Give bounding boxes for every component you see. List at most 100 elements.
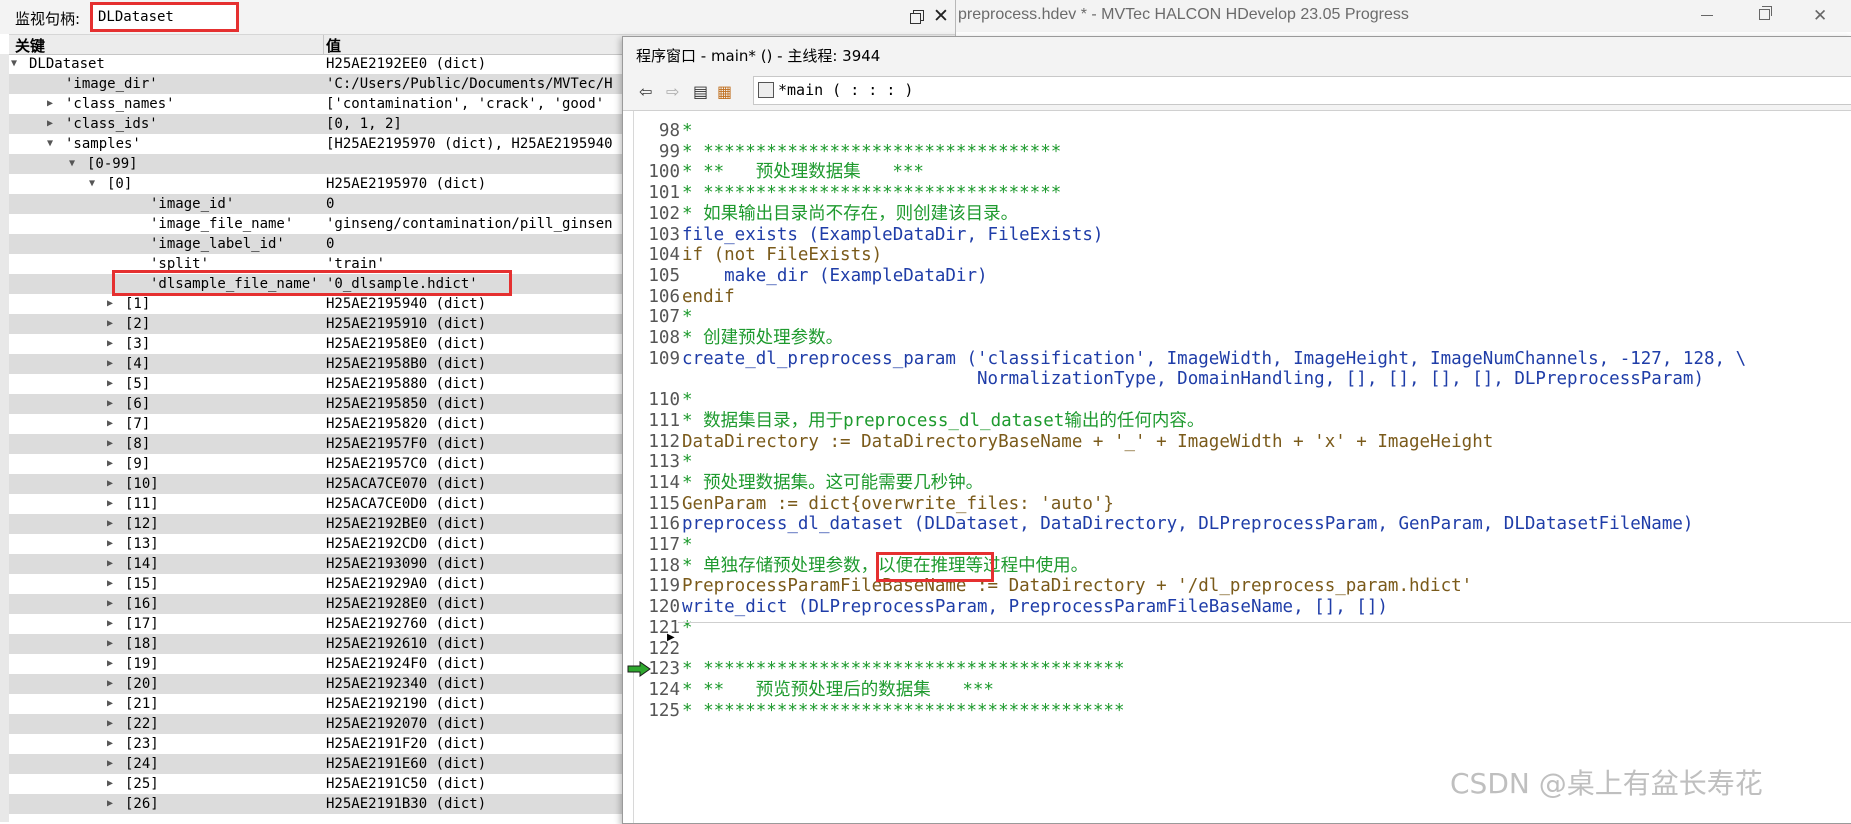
- row-value: H25AE21929A0 (dict): [326, 576, 487, 592]
- row-value: H25AE2195850 (dict): [326, 396, 487, 412]
- row-value: H25AE2192BE0 (dict): [326, 516, 487, 532]
- collapsed-arrow-icon[interactable]: ▶: [107, 514, 119, 534]
- collapsed-arrow-icon[interactable]: ▶: [107, 734, 119, 754]
- row-value: 0: [326, 236, 335, 252]
- procedure-selector[interactable]: *main ( : : : ): [753, 76, 1851, 105]
- row-key: 'samples': [65, 136, 141, 152]
- row-value: H25AE2193090 (dict): [326, 556, 487, 572]
- row-key: [23]: [125, 736, 159, 752]
- code-editor[interactable]: 98 * 99 * *********************************…: [627, 111, 1851, 823]
- collapsed-arrow-icon[interactable]: ▶: [107, 434, 119, 454]
- row-key: [15]: [125, 576, 159, 592]
- expanded-arrow-icon[interactable]: ▼: [47, 134, 59, 154]
- watermark: CSDN @桌上有盆长寿花: [1450, 767, 1763, 800]
- row-value: H25AE2191F20 (dict): [326, 736, 487, 752]
- collapsed-arrow-icon[interactable]: ▶: [47, 114, 59, 134]
- close-icon[interactable]: ✕: [933, 5, 949, 27]
- row-value: H25AE2192EE0 (dict): [326, 56, 487, 72]
- back-arrow-icon[interactable]: ⇦: [639, 82, 652, 101]
- program-window-titlebar: 程序窗口 - main* () - 主线程: 3944: [623, 37, 1851, 70]
- collapsed-arrow-icon[interactable]: ▶: [107, 774, 119, 794]
- expanded-arrow-icon[interactable]: ▼: [69, 154, 81, 174]
- row-value: H25AE2191B30 (dict): [326, 796, 487, 812]
- collapsed-arrow-icon[interactable]: ▶: [107, 654, 119, 674]
- row-key: DLDataset: [29, 56, 105, 72]
- watch-handle-label: 监视句柄:: [15, 10, 81, 28]
- row-value: 'train': [326, 256, 386, 272]
- collapsed-arrow-icon[interactable]: ▶: [107, 534, 119, 554]
- row-key: [0]: [107, 176, 133, 192]
- collapsed-arrow-icon[interactable]: ▶: [107, 294, 119, 314]
- column-key-header[interactable]: 关键: [15, 35, 45, 56]
- code-text: * **************************************…: [682, 700, 1125, 721]
- row-value: '0_dlsample.hdict': [326, 276, 478, 292]
- row-value: 0: [326, 196, 335, 212]
- collapsed-arrow-icon[interactable]: ▶: [107, 634, 119, 654]
- row-key: [4]: [125, 356, 151, 372]
- row-key: [12]: [125, 516, 159, 532]
- main-window-title: preprocess.hdev * - MVTec HALCON HDevelo…: [958, 6, 1409, 23]
- collapsed-arrow-icon[interactable]: ▶: [107, 714, 119, 734]
- collapsed-arrow-icon[interactable]: ▶: [107, 414, 119, 434]
- forward-arrow-icon[interactable]: ⇨: [666, 82, 679, 101]
- collapsed-arrow-icon[interactable]: ▶: [107, 474, 119, 494]
- watch-handle-input[interactable]: DLDataset: [90, 2, 239, 32]
- maximize-icon: [1759, 9, 1770, 20]
- row-key: 'class_names': [65, 96, 175, 112]
- left-gutter: [0, 54, 9, 822]
- collapsed-arrow-icon[interactable]: ▶: [107, 354, 119, 374]
- row-key: [13]: [125, 536, 159, 552]
- collapsed-arrow-icon[interactable]: ▶: [107, 374, 119, 394]
- collapsed-arrow-icon[interactable]: ▶: [107, 694, 119, 714]
- minimize-icon: [1701, 15, 1713, 16]
- collapsed-arrow-icon[interactable]: ▶: [107, 754, 119, 774]
- row-value: H25AE2191E60 (dict): [326, 756, 487, 772]
- collapsed-arrow-icon[interactable]: ▶: [107, 454, 119, 474]
- row-value: H25AE2192CD0 (dict): [326, 536, 487, 552]
- row-value: H25AE2195910 (dict): [326, 316, 487, 332]
- row-key: [25]: [125, 776, 159, 792]
- insertion-line: [678, 622, 1851, 623]
- row-key: [10]: [125, 476, 159, 492]
- collapsed-arrow-icon[interactable]: ▶: [107, 614, 119, 634]
- column-value-header[interactable]: 值: [326, 35, 341, 56]
- row-key: 'image_label_id': [150, 236, 285, 252]
- expanded-arrow-icon[interactable]: ▼: [11, 54, 23, 74]
- row-value: H25AE21924F0 (dict): [326, 656, 487, 672]
- row-key: [21]: [125, 696, 159, 712]
- row-key: [11]: [125, 496, 159, 512]
- row-value: H25AE21958B0 (dict): [326, 356, 487, 372]
- row-value: H25AE2192610 (dict): [326, 636, 487, 652]
- row-value: H25AE2195940 (dict): [326, 296, 487, 312]
- collapsed-arrow-icon[interactable]: ▶: [107, 494, 119, 514]
- minimize-button[interactable]: [1679, 0, 1737, 32]
- collapsed-arrow-icon[interactable]: ▶: [107, 594, 119, 614]
- row-key: [9]: [125, 456, 151, 472]
- row-key: 'split': [150, 256, 210, 272]
- collapsed-arrow-icon[interactable]: ▶: [47, 94, 59, 114]
- row-value: 'ginseng/contamination/pill_ginsen: [326, 216, 613, 232]
- collapsed-arrow-icon[interactable]: ▶: [107, 794, 119, 814]
- grid-icon[interactable]: ▦: [717, 82, 732, 101]
- row-key: [6]: [125, 396, 151, 412]
- row-value: H25AE2195880 (dict): [326, 376, 487, 392]
- close-main-button[interactable]: ✕: [1793, 0, 1851, 32]
- maximize-button[interactable]: [1737, 0, 1795, 32]
- row-key: 'dlsample_file_name': [150, 276, 319, 292]
- clipboard-icon[interactable]: ▤: [693, 82, 708, 101]
- column-separator[interactable]: [323, 35, 324, 54]
- collapsed-arrow-icon[interactable]: ▶: [107, 674, 119, 694]
- procedure-icon: [758, 82, 774, 98]
- expanded-arrow-icon[interactable]: ▼: [89, 174, 101, 194]
- code-line[interactable]: 125 * ***********************************…: [634, 699, 1851, 723]
- collapsed-arrow-icon[interactable]: ▶: [107, 314, 119, 334]
- collapsed-arrow-icon[interactable]: ▶: [107, 554, 119, 574]
- collapsed-arrow-icon[interactable]: ▶: [107, 574, 119, 594]
- row-value: H25AE2191C50 (dict): [326, 776, 487, 792]
- restore-icon[interactable]: [910, 10, 924, 24]
- collapsed-arrow-icon[interactable]: ▶: [107, 394, 119, 414]
- row-key: [7]: [125, 416, 151, 432]
- row-value: H25AE2195820 (dict): [326, 416, 487, 432]
- row-key: 'image_file_name': [150, 216, 294, 232]
- collapsed-arrow-icon[interactable]: ▶: [107, 334, 119, 354]
